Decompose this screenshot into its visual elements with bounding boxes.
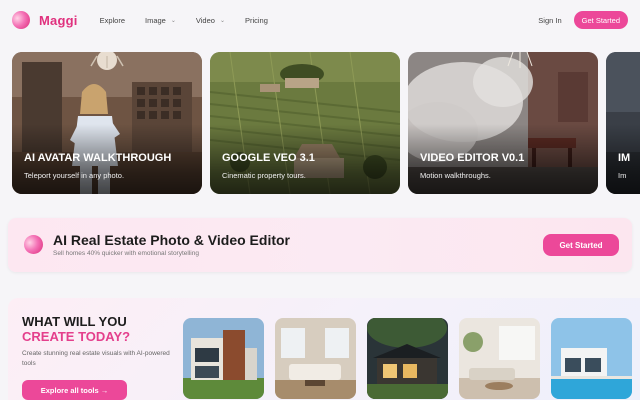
sign-in-link[interactable]: Sign In	[538, 16, 561, 25]
bright-lounge-image	[459, 318, 540, 399]
tool-thumbnail-modern-exterior[interactable]	[183, 318, 264, 399]
nav-actions: Sign In Get Started	[538, 11, 628, 29]
pool-villa-image	[551, 318, 632, 399]
card-subtitle: Cinematic property tours.	[222, 171, 306, 180]
tools-description: Create stunning real estate visuals with…	[22, 350, 170, 367]
logo-icon[interactable]	[12, 11, 30, 29]
tool-thumbnail-night-exterior[interactable]	[367, 318, 448, 399]
nav-link-explore[interactable]: Explore	[100, 16, 125, 25]
card-title: IM	[618, 152, 631, 164]
tools-section: WHAT WILL YOU CREATE TODAY? Create stunn…	[8, 298, 640, 400]
nav-link-image[interactable]: Image ⌄	[145, 16, 176, 25]
modern-exterior-image	[183, 318, 264, 399]
top-nav: Maggi Explore Image ⌄ Video ⌄ Pricing Sign…	[0, 0, 640, 40]
feature-card-veo[interactable]: GOOGLE VEO 3.1 Cinematic property tours.	[210, 52, 400, 194]
promo-banner: AI Real Estate Photo & Video Editor Sell…	[8, 218, 632, 272]
tool-thumbnail-living-room[interactable]	[275, 318, 356, 399]
nav-link-label: Video	[195, 15, 215, 25]
night-exterior-image	[367, 318, 448, 399]
nav-link-pricing[interactable]: Pricing	[245, 16, 268, 25]
card-title: VIDEO EDITOR V0.1	[420, 152, 525, 164]
feature-card-image[interactable]: IM Im	[606, 52, 640, 194]
tools-heading-line1: WHAT WILL YOU	[22, 314, 127, 329]
tool-thumbnail-bright-lounge[interactable]	[459, 318, 540, 399]
card-subtitle: Teleport yourself in any photo.	[24, 171, 125, 180]
card-subtitle: Motion walkthroughs.	[420, 171, 491, 180]
brand-name[interactable]: Maggi	[39, 13, 78, 28]
banner-title: AI Real Estate Photo & Video Editor	[53, 232, 291, 248]
nav-link-label: Pricing	[244, 15, 268, 25]
living-room-image	[275, 318, 356, 399]
banner-subtitle: Sell homes 40% quicker with emotional st…	[53, 250, 199, 257]
card-title: AI AVATAR WALKTHROUGH	[24, 152, 172, 164]
tool-thumbnail-pool-villa[interactable]	[551, 318, 632, 399]
nav-link-label: Image	[145, 15, 166, 25]
logo-icon	[24, 235, 43, 254]
chevron-down-icon: ⌄	[170, 17, 176, 24]
chevron-down-icon: ⌄	[219, 17, 225, 24]
tools-heading-line2: CREATE TODAY?	[22, 329, 131, 344]
feature-card-avatar[interactable]: AI AVATAR WALKTHROUGH Teleport yourself …	[12, 52, 202, 194]
card-subtitle: Im	[618, 171, 627, 180]
nav-link-label: Explore	[99, 15, 125, 25]
get-started-button[interactable]: Get Started	[573, 11, 628, 29]
card-title: GOOGLE VEO 3.1	[222, 152, 315, 164]
feature-carousel: AI AVATAR WALKTHROUGH Teleport yourself …	[12, 52, 640, 194]
explore-tools-button[interactable]: Explore all tools →	[22, 380, 127, 400]
banner-get-started-button[interactable]: Get Started	[543, 234, 619, 256]
nav-links: Explore Image ⌄ Video ⌄ Pricing	[100, 16, 288, 25]
nav-link-video[interactable]: Video ⌄	[196, 16, 225, 25]
feature-card-video-editor[interactable]: VIDEO EDITOR V0.1 Motion walkthroughs.	[408, 52, 598, 194]
